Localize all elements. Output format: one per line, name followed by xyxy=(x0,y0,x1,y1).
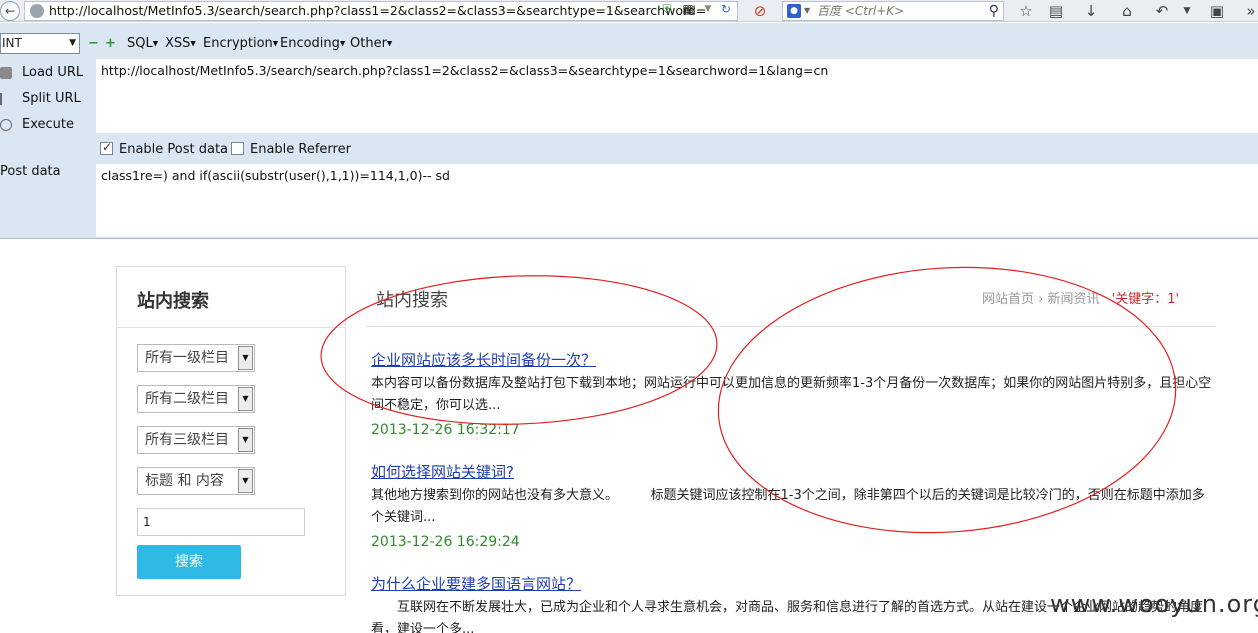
enable-post-label: Enable Post data xyxy=(119,142,229,157)
home-icon[interactable]: ⌂ xyxy=(1116,1,1138,21)
search-box[interactable]: ● ▼ 百度 <Ctrl+K> ⚲ xyxy=(782,1,1004,21)
search-placeholder: 百度 <Ctrl+K> xyxy=(817,4,905,18)
block-icon[interactable]: ⊘ xyxy=(749,1,771,21)
title-divider xyxy=(366,326,1216,327)
crop-icon[interactable]: ▣ xyxy=(1206,1,1228,21)
sidebar-divider xyxy=(117,327,345,328)
enable-referrer-checkbox[interactable]: Enable Referrer xyxy=(231,142,351,157)
baidu-paw-icon: ● xyxy=(787,4,801,18)
execute-icon xyxy=(0,118,12,131)
chevron-down-icon: ▼ xyxy=(238,346,253,370)
breadcrumb: 网站首页 › 新闻资讯 '关键字：1' xyxy=(982,288,1179,307)
breadcrumb-keyword: '关键字：1' xyxy=(1111,292,1180,307)
url-textarea[interactable]: http://localhost/MetInfo5.3/search/searc… xyxy=(96,59,1258,133)
execute-button[interactable]: Execute xyxy=(0,117,74,132)
type-select[interactable]: INT ▼ xyxy=(0,33,80,54)
sidebar-search-panel: 站内搜索 所有一级栏目 ▼ 所有二级栏目 ▼ 所有三级栏目 ▼ 标题 和 内容 … xyxy=(116,266,346,596)
result-date: 2013-12-26 16:29:24 xyxy=(371,534,520,550)
class2-select-value: 所有二级栏目 xyxy=(145,391,229,407)
enable-referrer-label: Enable Referrer xyxy=(250,142,351,157)
split-url-button[interactable]: Split URL xyxy=(0,91,81,106)
checkbox-unchecked-icon xyxy=(231,142,244,155)
split-url-icon xyxy=(0,92,12,105)
result-title-link[interactable]: 企业网站应该多长时间备份一次？ xyxy=(371,349,596,370)
undo-icon[interactable]: ↶ xyxy=(1151,1,1173,21)
result-summary: 本内容可以备份数据库及整站打包下载到本地；网站运行中可以更加信息的更新频率1-3… xyxy=(371,376,1212,413)
chevron-down-icon: ▼ xyxy=(69,38,76,48)
menu-caret-icon: ▼ xyxy=(272,39,279,48)
load-url-icon xyxy=(0,66,12,79)
menu-sql[interactable]: SQL▼ xyxy=(127,36,158,51)
watermark: www.wooyun.org xyxy=(1050,590,1258,618)
menu-xss[interactable]: XSS▼ xyxy=(165,36,196,51)
breadcrumb-separator: › xyxy=(1038,292,1044,307)
menu-dropdown-icon[interactable]: ▼ xyxy=(1176,1,1198,21)
menu-caret-icon: ▼ xyxy=(339,39,346,48)
increase-icon[interactable]: + xyxy=(105,36,116,51)
chevron-down-icon: ▼ xyxy=(238,469,253,493)
search-icon[interactable]: ⚲ xyxy=(989,2,999,20)
chevron-down-icon: ▼ xyxy=(238,428,253,452)
address-bar[interactable]: http://localhost/MetInfo5.3/search/searc… xyxy=(24,1,738,21)
browser-nav-bar: ← http://localhost/MetInfo5.3/search/sea… xyxy=(0,0,1258,22)
back-arrow-icon: ← xyxy=(4,4,16,18)
enable-post-checkbox[interactable]: Enable Post data xyxy=(100,140,229,157)
menu-caret-icon: ▼ xyxy=(386,39,393,48)
menu-encryption-label: Encryption xyxy=(203,36,273,51)
load-url-label: Load URL xyxy=(22,65,84,80)
downloads-icon[interactable]: ↓ xyxy=(1080,1,1102,21)
address-text: http://localhost/MetInfo5.3/search/searc… xyxy=(49,3,707,18)
menu-caret-icon: ▼ xyxy=(190,39,196,48)
class1-select-value: 所有一级栏目 xyxy=(145,350,229,366)
menu-encoding-label: Encoding xyxy=(280,36,340,51)
engine-dropdown-icon[interactable]: ▼ xyxy=(804,2,810,20)
keyword-input[interactable]: 1 xyxy=(137,508,305,536)
result-title-link[interactable]: 为什么企业要建多国语言网站？ xyxy=(371,573,581,594)
dropdown-arrow-icon[interactable]: ▼ xyxy=(701,2,715,16)
result-title-link[interactable]: 如何选择网站关键词? xyxy=(371,461,514,482)
menu-encoding[interactable]: Encoding▼ xyxy=(280,36,345,51)
class1-select[interactable]: 所有一级栏目 ▼ xyxy=(137,344,255,372)
type-select-value: INT xyxy=(2,36,22,50)
back-button[interactable]: ← xyxy=(0,1,20,21)
breadcrumb-home-link[interactable]: 网站首页 xyxy=(982,292,1034,307)
more-icon[interactable]: » xyxy=(1240,1,1258,21)
hackbar-panel: INT ▼ − + SQL▼ XSS▼ Encryption▼ Encoding… xyxy=(0,23,1258,239)
sidebar-title: 站内搜索 xyxy=(137,291,209,312)
globe-icon xyxy=(30,4,44,18)
menu-xss-label: XSS xyxy=(165,36,191,51)
class3-select[interactable]: 所有三级栏目 ▼ xyxy=(137,426,255,454)
search-button[interactable]: 搜索 xyxy=(137,545,241,579)
menu-other[interactable]: Other▼ xyxy=(350,36,392,51)
execute-label: Execute xyxy=(22,117,74,132)
menu-caret-icon: ▼ xyxy=(152,39,159,48)
chevron-down-icon: ▼ xyxy=(238,387,253,411)
class3-select-value: 所有三级栏目 xyxy=(145,432,229,448)
menu-sql-label: SQL xyxy=(127,36,153,51)
decrease-icon[interactable]: − xyxy=(88,36,99,51)
load-url-button[interactable]: Load URL xyxy=(0,65,83,80)
shield-icon[interactable]: ⛨ xyxy=(660,2,674,16)
reload-icon[interactable]: ↻ xyxy=(719,2,733,16)
search-type-select[interactable]: 标题 和 内容 ▼ xyxy=(137,467,255,495)
bookmarks-list-icon[interactable]: ▤ xyxy=(1045,1,1067,21)
menu-encryption[interactable]: Encryption▼ xyxy=(203,36,278,51)
bookmark-star-icon[interactable]: ☆ xyxy=(1015,1,1037,21)
result-summary: 其他地方搜索到你的网站也没有多大意义。 标题关键词应该控制在1-3个之间，除非第… xyxy=(371,488,1205,525)
menu-other-label: Other xyxy=(350,36,387,51)
post-data-label: Post data xyxy=(0,164,61,179)
class2-select[interactable]: 所有二级栏目 ▼ xyxy=(137,385,255,413)
checkbox-checked-icon xyxy=(100,140,113,155)
breadcrumb-section-link[interactable]: 新闻资讯 xyxy=(1048,292,1100,307)
post-data-textarea[interactable]: class1re=) and if(ascii(substr(user(),1,… xyxy=(96,164,1258,237)
split-url-label: Split URL xyxy=(22,91,81,106)
qr-code-icon[interactable]: ▦ xyxy=(681,2,695,16)
result-date: 2013-12-26 16:32:17 xyxy=(371,422,520,438)
search-type-select-value: 标题 和 内容 xyxy=(145,473,224,489)
page-title: 站内搜索 xyxy=(376,290,448,311)
